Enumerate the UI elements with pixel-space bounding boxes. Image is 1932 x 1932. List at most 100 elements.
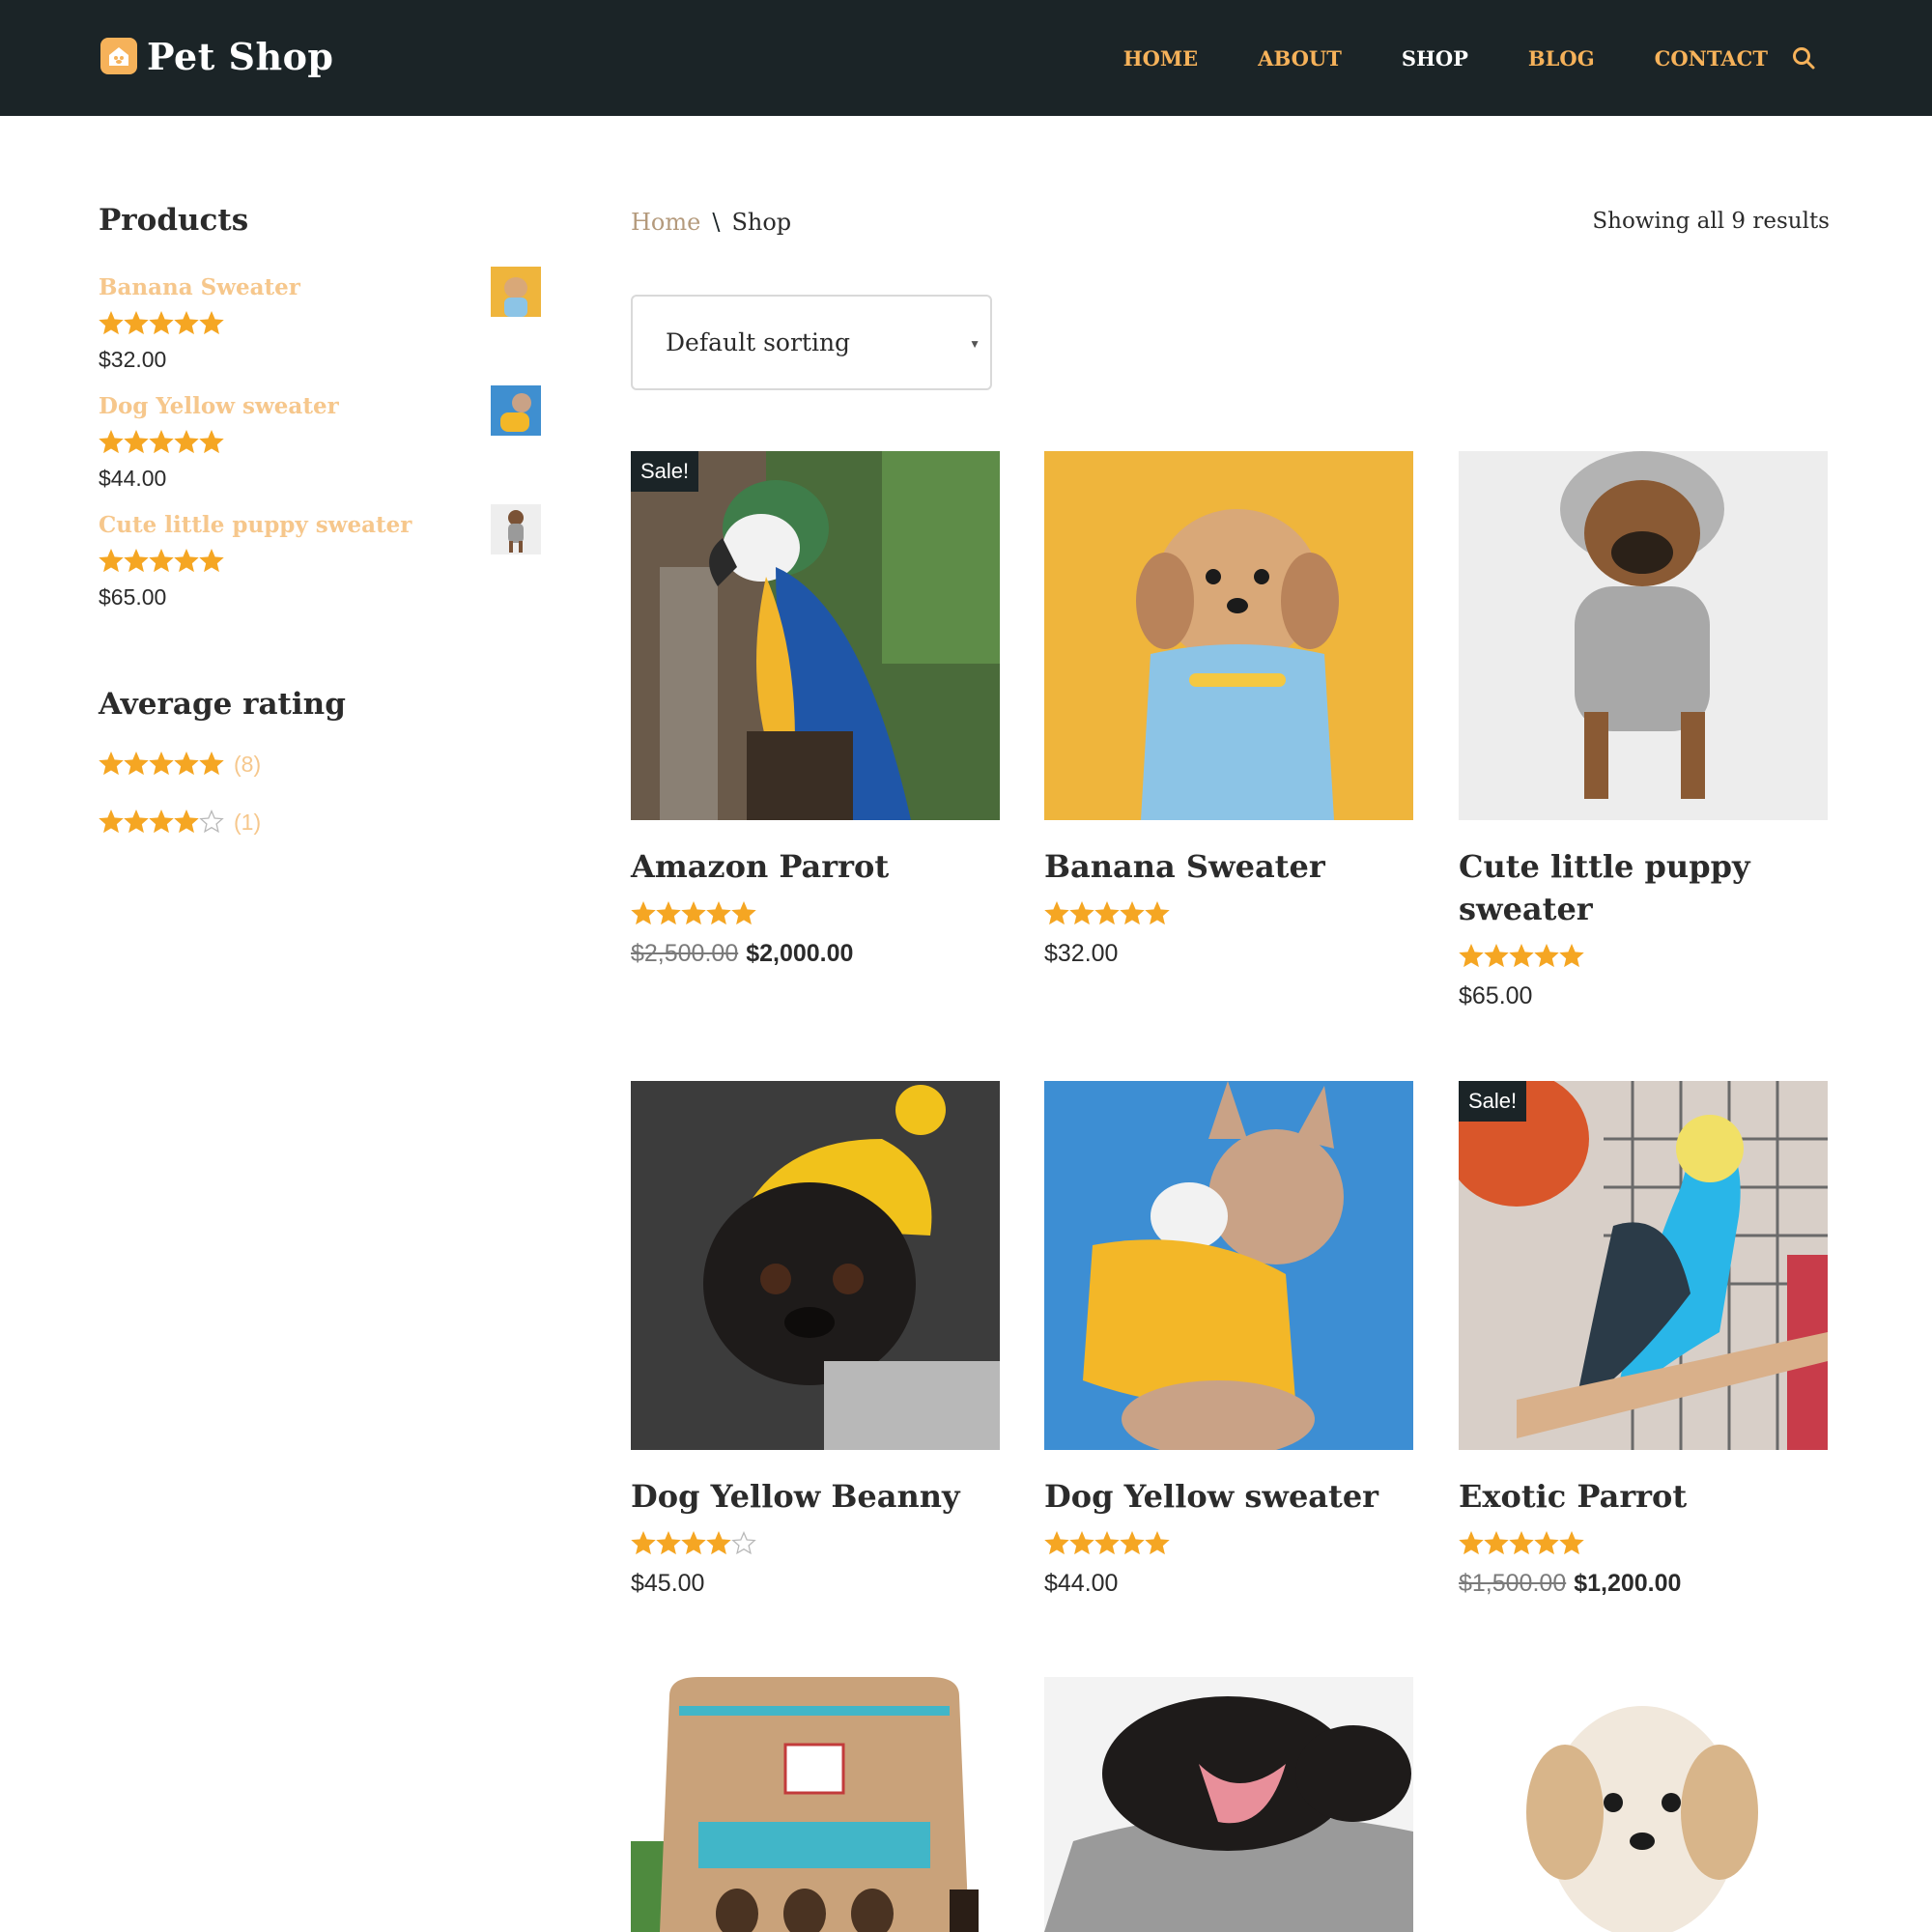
product-card: Dog Yellow sweater $44.00 [1044,1081,1413,1598]
original-price: $2,500.00 [631,940,739,967]
star-icon [631,1531,656,1555]
star-rating [99,311,224,336]
product-thumbnail[interactable] [491,385,541,436]
star-icon [124,810,149,834]
nav-shop[interactable]: SHOP [1402,46,1468,71]
star-icon [149,752,174,776]
star-icon [174,430,199,454]
star-icon [1145,1531,1170,1555]
caret-down-icon: ▼ [969,337,980,351]
star-icon [1120,901,1145,925]
sidebar-product-name[interactable]: Cute little puppy sweater [99,512,412,538]
search-icon[interactable] [1791,45,1816,71]
star-icon [124,549,149,573]
sidebar-product: Cute little puppy sweater $65.00 [99,504,543,631]
product-price: $2,500.00 $2,000.00 [631,940,1000,968]
star-rating [631,1531,1000,1556]
products-widget-title: Products [99,203,249,238]
star-icon [1094,1531,1120,1555]
product-title[interactable]: Dog Yellow Beanny [631,1475,1000,1518]
star-icon [1094,901,1120,925]
star-rating [99,549,224,574]
product-card: Sale! Amazon Parrot $2,500.00 $2,000.00 [631,451,1000,968]
sort-dropdown[interactable]: Default sorting ▼ [631,295,992,390]
star-icon [1459,944,1484,968]
star-icon [1534,944,1559,968]
rating-widget-title: Average rating [99,687,346,722]
product-image[interactable] [1459,451,1828,820]
star-icon [1559,944,1584,968]
star-rating [1459,1531,1828,1556]
product-title[interactable]: Dog Yellow sweater [1044,1475,1413,1518]
product-image[interactable]: Sale! [1459,1081,1828,1450]
star-icon [1484,1531,1509,1555]
rating-filter-4[interactable]: (1) [99,793,543,851]
product-title[interactable]: Banana Sweater [1044,845,1413,888]
star-icon [1044,1531,1069,1555]
product-image[interactable] [1044,451,1413,820]
breadcrumb-current: Shop [731,209,792,236]
star-icon [174,752,199,776]
site-header: Pet Shop HOME ABOUT SHOP BLOG CONTACT [0,0,1932,116]
star-icon [149,549,174,573]
nav-home[interactable]: HOME [1123,46,1198,71]
star-icon [1459,1531,1484,1555]
product-price: $44.00 [1044,1570,1119,1597]
sidebar-product-price: $32.00 [99,347,167,372]
star-rating [99,752,224,777]
product-image[interactable] [1459,1677,1828,1932]
product-card: Banana Sweater $32.00 [1044,451,1413,968]
star-icon [149,810,174,834]
result-count: Showing all 9 results [1592,209,1830,234]
nav-about[interactable]: ABOUT [1258,46,1342,71]
star-icon [1509,944,1534,968]
star-rating [99,810,224,835]
product-image[interactable]: Sale! [631,451,1000,820]
product-title[interactable]: Amazon Parrot [631,845,1000,888]
star-icon [1069,1531,1094,1555]
product-thumbnail[interactable] [491,504,541,554]
product-thumbnail[interactable] [491,267,541,317]
star-rating [1459,944,1828,969]
breadcrumb: Home \ Shop [631,209,791,236]
star-icon [1484,944,1509,968]
product-image[interactable] [1044,1677,1413,1932]
star-icon [174,810,199,834]
product-image[interactable] [1044,1081,1413,1450]
star-icon [99,549,124,573]
sidebar-product-price: $44.00 [99,466,167,491]
rating-count: (1) [234,809,262,835]
product-title[interactable]: Cute little puppy sweater [1459,845,1828,930]
site-logo[interactable]: Pet Shop [100,35,334,78]
product-card [1044,1677,1413,1932]
star-icon [731,1531,756,1555]
paw-house-icon [100,38,137,74]
star-icon [99,311,124,335]
nav-blog[interactable]: BLOG [1528,46,1595,71]
star-icon [656,1531,681,1555]
product-price: $32.00 [1044,940,1119,967]
original-price: $1,500.00 [1459,1570,1567,1597]
star-icon [99,752,124,776]
product-card: Dog Yellow Beanny $45.00 [631,1081,1000,1598]
sidebar-product-name[interactable]: Banana Sweater [99,274,300,300]
star-icon [99,810,124,834]
breadcrumb-home[interactable]: Home [631,209,700,236]
main-nav: HOME ABOUT SHOP BLOG CONTACT [1064,0,1816,116]
star-rating [631,901,1000,926]
rating-count: (8) [234,751,262,777]
sidebar-product: Dog Yellow sweater $44.00 [99,385,543,512]
nav-contact[interactable]: CONTACT [1655,46,1768,71]
sidebar-product-name[interactable]: Dog Yellow sweater [99,393,339,419]
star-icon [1145,901,1170,925]
product-image[interactable] [631,1081,1000,1450]
product-card: Cute little puppy sweater $65.00 [1459,451,1828,1010]
product-title[interactable]: Exotic Parrot [1459,1475,1828,1518]
product-image[interactable] [631,1677,1000,1932]
product-card [1459,1677,1828,1932]
product-card: Sale! Exotic Parrot $1,500.00 $1,200.00 [1459,1081,1828,1598]
star-icon [1120,1531,1145,1555]
star-icon [124,430,149,454]
product-price: $45.00 [631,1570,705,1597]
rating-filter-5[interactable]: (8) [99,735,543,793]
